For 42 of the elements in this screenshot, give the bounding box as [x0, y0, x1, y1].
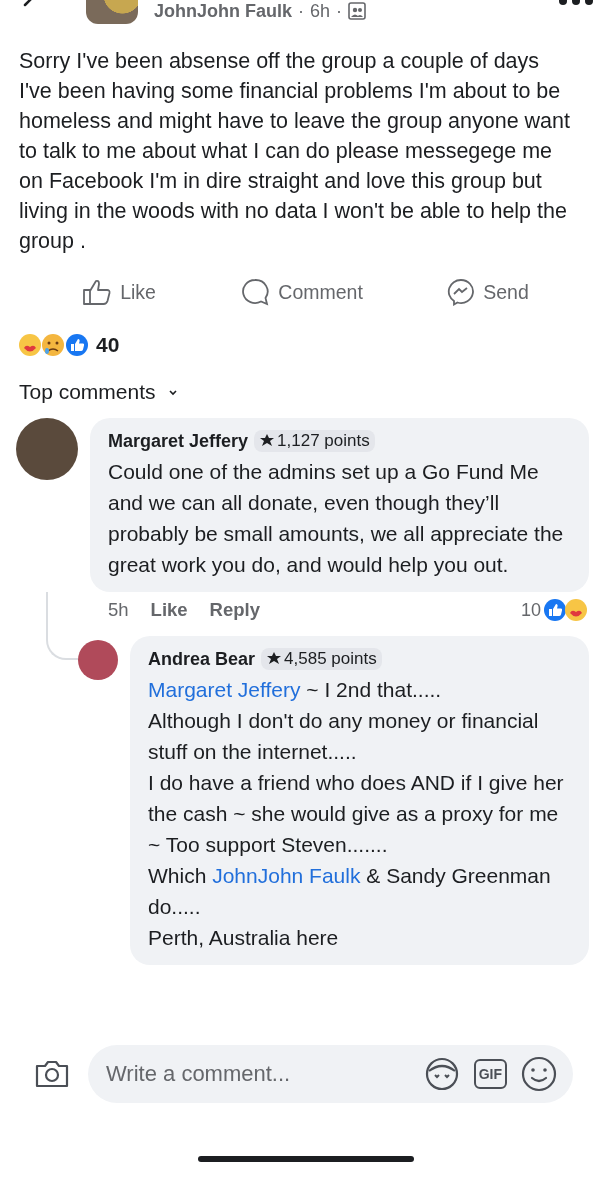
thumbs-up-icon: [82, 278, 113, 306]
separator: ·: [336, 0, 343, 22]
comment-time: 5h: [108, 599, 129, 621]
reaction-count[interactable]: 40: [96, 333, 120, 357]
comment-text: Which JohnJohn Faulk & Sandy Greenman do.....: [148, 863, 552, 920]
action-button[interactable]: Send: [443, 274, 533, 310]
camera-icon[interactable]: [34, 1059, 70, 1089]
badge-icon: [266, 652, 283, 666]
members-icon: [348, 2, 367, 20]
action-button[interactable]: Like: [78, 274, 160, 310]
action-button[interactable]: Comment: [236, 274, 367, 310]
badge-icon: [259, 434, 276, 448]
points-badge: 1,127 points: [254, 430, 375, 452]
emoji-icon[interactable]: [521, 1056, 557, 1092]
like-link[interactable]: Like: [150, 599, 188, 621]
reply-link[interactable]: Reply: [209, 599, 260, 621]
sort-dropdown[interactable]: Top comments: [19, 380, 178, 404]
comment-text: Margaret Jeffery ~ I 2nd that.....: [148, 677, 443, 703]
points-badge: 4,585 points: [261, 648, 382, 670]
reactions-icon: [18, 332, 90, 358]
gif-button[interactable]: GIF: [473, 1059, 507, 1089]
author-name[interactable]: JohnJohn Faulk: [154, 0, 292, 22]
more-icon[interactable]: [559, 0, 593, 7]
comment-text: Could one of the admins set up a Go Fund Me and we can all donate, even though they’ll probably be small amounts, we all appreciate the great work you do, and would help you out.: [108, 459, 565, 578]
reaction-count[interactable]: 10: [520, 599, 541, 621]
reactions-icon: [543, 598, 589, 622]
post-time: 6h: [310, 0, 331, 22]
avatar[interactable]: [78, 640, 118, 680]
thread-line: [46, 592, 78, 660]
post-text: Sorry I've been absense off the group a couple of days I've been having some financial problems I'm about to be homeless and might have to leave the group anyone want to talk to me about what I can do please messegege me on Facebook I'm in dire straight and love this group but living in the woods with no data I won't be able to help the group .: [19, 48, 571, 255]
avatar-sticker-icon[interactable]: [423, 1057, 460, 1091]
mention-link[interactable]: Margaret Jeffery: [148, 678, 301, 701]
commenter-name[interactable]: Margaret Jeffery: [108, 430, 249, 452]
mention-link[interactable]: JohnJohn Faulk: [212, 864, 361, 887]
comment-text: Perth, Australia here: [148, 925, 340, 951]
separator: ·: [298, 0, 304, 22]
speech-bubble-icon: [240, 278, 271, 306]
comment-text: I do have a friend who does AND if I give her the cash ~ she would give as a proxy for me ~ Too support Steven.......: [148, 770, 565, 858]
messenger-icon: [447, 278, 476, 306]
chevron-down-icon: [167, 388, 178, 396]
commenter-name[interactable]: Andrea Bear: [148, 648, 256, 670]
comment-text: Although I don't do any money or financial stuff on the internet.....: [148, 708, 540, 765]
